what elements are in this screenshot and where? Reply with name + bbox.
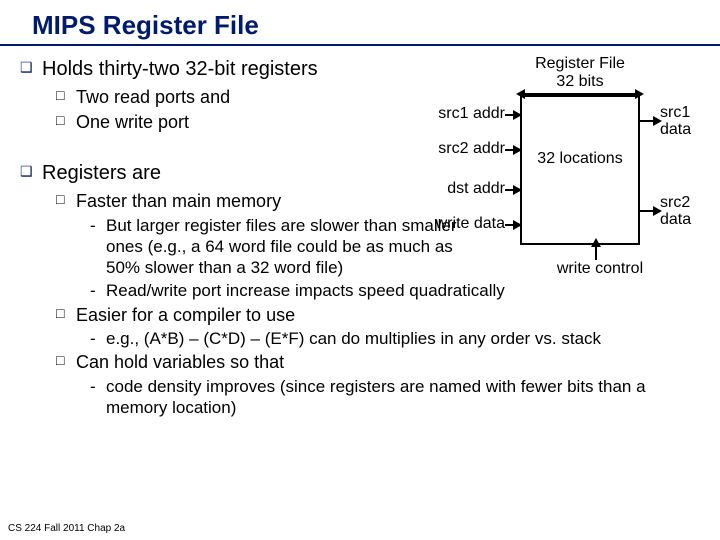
bullet-hold-vars: Can hold variables so that: [56, 351, 700, 374]
register-file-diagram: Register File 32 bits 32 locations src1 …: [385, 55, 705, 285]
write-control-label: write control: [540, 260, 660, 278]
rf-locations-label: 32 locations: [530, 150, 630, 168]
dst-addr-label: dst addr: [390, 180, 505, 198]
bullet-easier-eg: e.g., (A*B) – (C*D) – (E*F) can do multi…: [90, 328, 700, 349]
bullet-easier: Easier for a compiler to use: [56, 304, 700, 327]
src1-data-label: src1 data: [660, 105, 710, 139]
src2-addr-label: src2 addr: [390, 140, 505, 158]
src2-data-label: src2 data: [660, 195, 710, 229]
bullet-hold-vars-note: code density improves (since registers a…: [90, 376, 700, 419]
write-data-label: write data: [390, 215, 505, 233]
slide-title: MIPS Register File: [32, 10, 259, 41]
footer-text: CS 224 Fall 2011 Chap 2a: [8, 523, 125, 534]
rf-box: [520, 95, 640, 245]
rf-title: Register File: [515, 55, 645, 73]
slide: MIPS Register File Holds thirty-two 32-b…: [0, 0, 720, 540]
src1-addr-label: src1 addr: [390, 105, 505, 123]
title-underline: [0, 44, 720, 46]
rf-bits-label: 32 bits: [515, 73, 645, 91]
